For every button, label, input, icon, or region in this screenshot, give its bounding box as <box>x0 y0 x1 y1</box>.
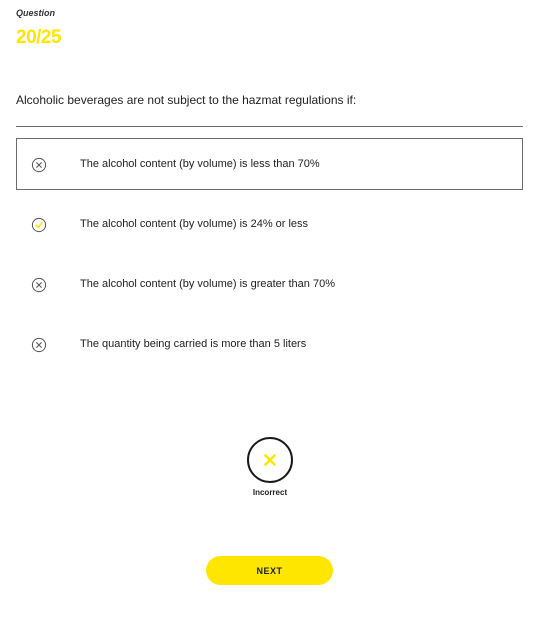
answer-option-2[interactable]: The alcohol content (by volume) is 24% o… <box>16 198 523 250</box>
answer-option-label: The alcohol content (by volume) is less … <box>80 158 320 170</box>
question-text: Alcoholic beverages are not subject to t… <box>16 93 357 107</box>
question-counter: 20/25 <box>16 27 62 48</box>
x-icon <box>264 454 276 466</box>
x-circle-icon <box>31 277 47 293</box>
result-label: Incorrect <box>252 488 288 497</box>
divider <box>16 126 523 127</box>
answer-option-3[interactable]: The alcohol content (by volume) is great… <box>16 258 523 310</box>
check-circle-icon <box>31 217 47 233</box>
result-indicator <box>247 437 293 483</box>
x-circle-icon <box>31 157 47 173</box>
answer-option-1[interactable]: The alcohol content (by volume) is less … <box>16 138 523 190</box>
question-label: Question <box>16 8 56 18</box>
x-circle-icon <box>31 337 47 353</box>
answer-option-label: The quantity being carried is more than … <box>80 338 307 350</box>
answer-option-4[interactable]: The quantity being carried is more than … <box>16 318 523 370</box>
next-button[interactable]: NEXT <box>206 556 333 585</box>
answer-option-label: The alcohol content (by volume) is great… <box>80 278 335 290</box>
answer-option-label: The alcohol content (by volume) is 24% o… <box>80 218 309 230</box>
answer-options: The alcohol content (by volume) is less … <box>16 138 523 378</box>
